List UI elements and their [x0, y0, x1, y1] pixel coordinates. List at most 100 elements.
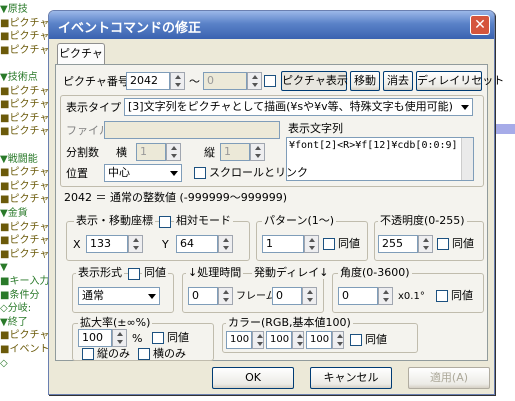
opacity-input[interactable]: 255	[378, 235, 418, 253]
color-g-input[interactable]: 100	[266, 331, 292, 349]
picture-panel: ピクチャ番号 2042 ～ 0 ピクチャ表示 移動 消去 ディレイリセット 表示…	[55, 64, 504, 361]
tree-row-label: 終了	[7, 316, 28, 328]
delay-input[interactable]: 0	[272, 287, 302, 305]
tree-row[interactable]: ▼戦闘能	[0, 154, 38, 166]
pattern-same-checkbox[interactable]	[323, 238, 335, 250]
display-type-select[interactable]: [3]文字列をピクチャとして描画(¥sや¥v等、特殊文字も使用可能)	[124, 98, 473, 116]
relative-mode-checkbox[interactable]	[159, 216, 171, 228]
chevron-down-icon[interactable]	[457, 100, 471, 114]
color-g-spin[interactable]	[292, 331, 304, 349]
tree-row-label: 条件分	[9, 289, 40, 301]
value-info-text: 2042 ＝ 通常の整数値 (-999999～999999)	[64, 191, 288, 204]
split-h-spin[interactable]	[166, 143, 181, 161]
angle-same-checkbox[interactable]	[436, 290, 448, 302]
tree-row[interactable]: ■ピクチャ	[0, 330, 49, 342]
tree-row-marker: ▼	[0, 316, 8, 328]
cancel-button[interactable]: キャンセル	[310, 367, 392, 389]
angle-input[interactable]: 0	[338, 287, 378, 305]
tree-row-label: 技術点	[7, 72, 38, 83]
vertical-only-checkbox[interactable]	[82, 348, 94, 360]
tree-row-marker: ◇	[0, 357, 8, 369]
position-label: 位置	[66, 167, 88, 180]
tree-row[interactable]: ▼技術点	[0, 72, 38, 84]
show-picture-button[interactable]: ピクチャ表示	[281, 71, 348, 91]
y-input[interactable]: 64	[176, 235, 218, 253]
picture-range-checkbox[interactable]	[264, 75, 276, 87]
file-input[interactable]	[104, 121, 280, 139]
text-scrollbar[interactable]	[461, 138, 473, 180]
tree-row-marker: ▼	[0, 4, 8, 15]
split-v-label: 縦	[204, 146, 215, 159]
tree-row[interactable]: ▼金貨	[0, 208, 28, 220]
opacity-same-checkbox[interactable]	[437, 238, 449, 250]
opacity-group-title: 不透明度(0-255)	[378, 214, 467, 227]
tree-row-label: 原技	[7, 4, 28, 15]
display-format-same-label: 同値	[142, 266, 168, 279]
delay-title: 発動ディレイ↓	[252, 266, 331, 279]
position-value: 中心	[108, 166, 130, 179]
delay-reset-button[interactable]: ディレイリセット	[416, 71, 504, 91]
split-h-input[interactable]: 1	[136, 143, 166, 161]
picture-no-to-input[interactable]: 0	[203, 72, 247, 90]
scale-same-checkbox[interactable]	[152, 332, 164, 344]
close-icon[interactable]: ✕	[470, 15, 490, 35]
display-format-same-checkbox[interactable]	[128, 268, 140, 280]
pattern-input[interactable]: 1	[262, 235, 304, 253]
position-select[interactable]: 中心	[104, 164, 182, 182]
picture-no-label: ピクチャ番号	[63, 75, 129, 88]
split-v-spin[interactable]	[250, 143, 265, 161]
picture-no-to-spin[interactable]	[247, 72, 262, 90]
color-same-checkbox[interactable]	[350, 334, 362, 346]
color-r-input[interactable]: 100	[226, 331, 252, 349]
color-b-spin[interactable]	[332, 331, 344, 349]
process-time-title: ↓処理時間	[186, 266, 244, 279]
x-input[interactable]: 133	[86, 235, 128, 253]
tree-row[interactable]: ◇分岐:	[0, 303, 31, 315]
tree-row-marker: ▼	[0, 262, 8, 274]
move-button[interactable]: 移動	[350, 71, 380, 91]
tree-row[interactable]: ■イベント	[0, 344, 49, 356]
tree-row-label: ピクチャ	[9, 330, 50, 342]
erase-button[interactable]: 消去	[383, 71, 413, 91]
horizontal-only-checkbox[interactable]	[138, 348, 150, 360]
ok-button[interactable]: OK	[212, 367, 294, 389]
tree-row-label: 戦闘能	[7, 153, 38, 165]
scale-input[interactable]: 100	[78, 329, 112, 347]
coord-group-title: 表示・移動座標	[74, 214, 155, 227]
tree-row[interactable]: ■キー入力	[0, 276, 49, 288]
y-spin[interactable]	[218, 235, 233, 253]
opacity-spin[interactable]	[418, 235, 433, 253]
tab-picture[interactable]: ピクチャ	[57, 43, 105, 65]
color-r-spin[interactable]	[252, 331, 264, 349]
angle-spin[interactable]	[378, 287, 393, 305]
process-time-spin[interactable]	[218, 287, 233, 305]
color-b-input[interactable]: 100	[306, 331, 332, 349]
tree-row-marker: ◇	[0, 303, 8, 315]
split-label: 分割数	[66, 146, 99, 159]
tree-row[interactable]: ▼原技	[0, 4, 28, 16]
picture-no-input[interactable]: 2042	[126, 72, 170, 90]
pattern-group-title: パターン(1～)	[262, 214, 337, 227]
tree-row[interactable]: ▼	[0, 262, 8, 274]
picture-no-spin[interactable]	[170, 72, 185, 90]
tree-row-marker: ▼	[0, 208, 8, 219]
x-spin[interactable]	[128, 235, 143, 253]
scale-spin[interactable]	[112, 329, 127, 347]
scroll-link-checkbox[interactable]	[194, 167, 206, 179]
process-time-input[interactable]: 0	[188, 287, 218, 305]
tree-row-label: イベント	[9, 344, 50, 355]
frame-label: フレーム	[236, 291, 276, 302]
tree-row[interactable]: ◇	[0, 358, 8, 370]
tree-row[interactable]: ■条件分	[0, 290, 39, 302]
tree-row[interactable]: ▼終了	[0, 317, 28, 329]
apply-button[interactable]: 適用(A)	[408, 367, 490, 389]
delay-spin[interactable]	[302, 287, 317, 305]
display-format-select[interactable]: 通常	[78, 287, 160, 305]
split-v-input[interactable]: 1	[220, 143, 250, 161]
dialog-titlebar[interactable]: イベントコマンドの修正 ✕	[49, 11, 494, 39]
chevron-down-icon[interactable]	[166, 166, 180, 180]
pattern-spin[interactable]	[304, 235, 319, 253]
chevron-down-icon[interactable]	[144, 289, 158, 303]
color-same-label: 同値	[365, 333, 387, 346]
display-text-area[interactable]: ¥font[2]<R>¥f[12]¥cdb[0:0:9]	[286, 137, 474, 181]
